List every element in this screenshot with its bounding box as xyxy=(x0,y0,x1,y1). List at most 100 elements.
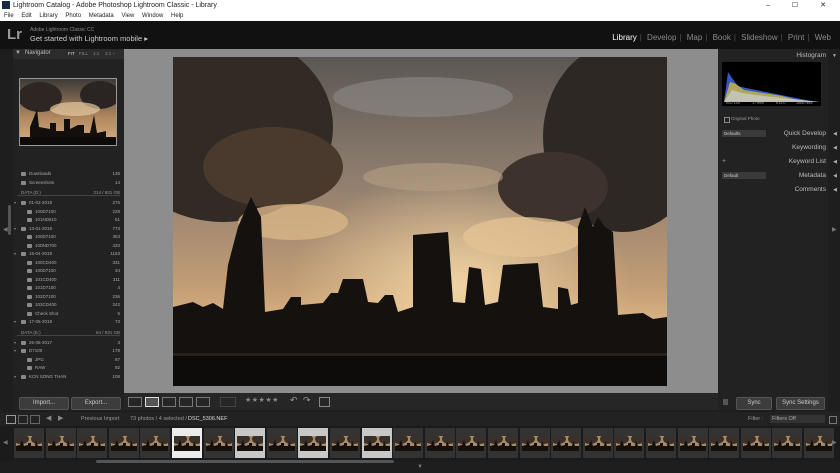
auto-sync-toggle[interactable] xyxy=(723,399,728,405)
keyword-list-header[interactable]: Keyword List xyxy=(789,158,826,165)
filmstrip-thumbnail[interactable] xyxy=(172,428,202,458)
filmstrip-thumbnail[interactable] xyxy=(235,428,266,458)
filmstrip-thumbnail[interactable] xyxy=(203,428,234,458)
filmstrip-thumbnail[interactable] xyxy=(424,428,455,458)
comments-header[interactable]: Comments xyxy=(795,186,826,193)
volume-row[interactable]: DATA (E:) 64 / 931 GB xyxy=(13,329,124,337)
back-icon[interactable]: ◀ xyxy=(46,412,51,426)
folder-row[interactable]: ▾ KCN SONG THAN 108 xyxy=(13,373,124,381)
original-photo-checkbox[interactable] xyxy=(724,117,730,123)
star-rating[interactable]: ★★★★★ xyxy=(245,396,279,404)
survey-view-icon[interactable] xyxy=(179,397,193,407)
folder-row[interactable]: 101ND610 51 xyxy=(13,216,124,224)
disclosure-icon[interactable]: ▾ xyxy=(14,250,16,258)
forward-icon[interactable]: ▶ xyxy=(58,412,63,426)
histogram-collapse-icon[interactable]: ▼ xyxy=(832,53,837,59)
left-panel-toggle-icon[interactable]: ◀ xyxy=(3,226,8,233)
module-print[interactable]: Print xyxy=(785,33,807,42)
filmstrip-thumbnail[interactable] xyxy=(393,428,424,458)
menu-photo[interactable]: Photo xyxy=(65,13,81,19)
menu-help[interactable]: Help xyxy=(171,13,183,19)
filmstrip-thumbnail[interactable] xyxy=(804,428,834,458)
module-develop[interactable]: Develop xyxy=(644,33,679,42)
module-map[interactable]: Map xyxy=(684,33,706,42)
disclosure-icon[interactable]: ▾ xyxy=(14,199,16,207)
compare-view-icon[interactable] xyxy=(162,397,176,407)
folder-row[interactable]: 103CD400 242 xyxy=(13,301,124,309)
menu-edit[interactable]: Edit xyxy=(21,13,31,19)
filmstrip-thumbnail[interactable] xyxy=(582,428,613,458)
disclosure-icon[interactable]: ▾ xyxy=(14,339,16,347)
module-library[interactable]: Library xyxy=(609,33,639,42)
module-web[interactable]: Web xyxy=(812,33,834,42)
histogram-header[interactable]: Histogram xyxy=(796,52,826,59)
filmstrip-thumbnail[interactable] xyxy=(140,428,171,458)
zoom-1-1[interactable]: 1:1 xyxy=(93,51,99,56)
navigator-header[interactable]: ▼ Navigator FIT FILL 1:1 3:1 ÷ xyxy=(13,49,124,59)
filmstrip-thumbnail[interactable] xyxy=(108,428,139,458)
filmstrip-thumbnail[interactable] xyxy=(361,428,392,458)
sync-settings-button[interactable]: Sync Settings xyxy=(776,397,825,410)
window-controls[interactable]: – ☐ ✕ xyxy=(766,0,836,11)
sync-button[interactable]: Sync xyxy=(736,397,772,410)
folder-row[interactable]: ▾ D7100 179 xyxy=(13,347,124,355)
filmstrip-thumbnail[interactable] xyxy=(740,428,771,458)
keywording-collapse-icon[interactable]: ◀ xyxy=(833,145,837,151)
metadata-preset-select[interactable]: Default xyxy=(722,172,766,179)
menu-metadata[interactable]: Metadata xyxy=(89,13,114,19)
second-window-icon[interactable] xyxy=(6,415,16,424)
folder-row[interactable]: 102D7100 236 xyxy=(13,293,124,301)
folder-row[interactable]: RAW 92 xyxy=(13,364,124,372)
filmstrip-thumbnail[interactable] xyxy=(488,428,518,458)
filter-lock-icon[interactable] xyxy=(829,416,837,424)
source-label[interactable]: Previous Import xyxy=(81,412,120,426)
metadata-header[interactable]: Metadata xyxy=(799,172,826,179)
module-slideshow[interactable]: Slideshow xyxy=(738,33,780,42)
filmstrip-thumbnail[interactable] xyxy=(614,428,645,458)
folder-row[interactable]: 101D7100 4 xyxy=(13,284,124,292)
filmstrip-thumbnail[interactable] xyxy=(298,428,329,458)
folder-row[interactable]: 100D7100 34 xyxy=(13,267,124,275)
filmstrip-thumbnail[interactable] xyxy=(330,428,360,458)
current-filename[interactable]: DSC_5306.NEF xyxy=(188,412,227,426)
filmstrip-thumbnail[interactable] xyxy=(14,428,44,458)
lightroom-mobile-link[interactable]: Get started with Lightroom mobile ▸ xyxy=(30,34,148,43)
navigator-preview[interactable] xyxy=(19,78,117,146)
folder-row[interactable]: JPG 87 xyxy=(13,356,124,364)
folder-row[interactable]: 100ND700 420 xyxy=(13,242,124,250)
module-book[interactable]: Book xyxy=(710,33,734,42)
folder-row[interactable]: ▾ 13-01-2019 773 xyxy=(13,225,124,233)
zoom-fill[interactable]: FILL xyxy=(79,51,88,56)
folder-row[interactable]: Screenshots 14 xyxy=(13,179,124,187)
main-photo[interactable] xyxy=(173,57,667,386)
menu-library[interactable]: Library xyxy=(39,13,57,19)
folder-row[interactable]: Check Shot 5 xyxy=(13,310,124,318)
filmstrip-thumbnail[interactable] xyxy=(709,428,740,458)
filmstrip-toggle-icon[interactable]: ▼ xyxy=(417,464,423,470)
filmstrip-thumbnail[interactable] xyxy=(456,428,487,458)
flag-icon[interactable] xyxy=(220,397,236,407)
filmstrip-thumbnail[interactable] xyxy=(677,428,708,458)
menu-file[interactable]: File xyxy=(4,13,14,19)
quick-develop-header[interactable]: Quick Develop xyxy=(784,130,826,137)
comments-collapse-icon[interactable]: ◀ xyxy=(833,187,837,193)
folder-row[interactable]: Downloads 135 xyxy=(13,170,124,178)
folder-row[interactable]: ▾ 26-06-2017 3 xyxy=(13,339,124,347)
saved-preset-select[interactable]: Defaults xyxy=(722,130,766,137)
menu-window[interactable]: Window xyxy=(142,13,163,19)
metadata-collapse-icon[interactable]: ◀ xyxy=(833,173,837,179)
filmstrip-thumbnail[interactable] xyxy=(519,428,550,458)
filmstrip-thumbnail[interactable] xyxy=(772,428,803,458)
folder-row[interactable]: 100CD400 331 xyxy=(13,259,124,267)
zoom-fit[interactable]: FIT xyxy=(68,51,75,56)
folder-row[interactable]: ▾ 17-05-2019 73 xyxy=(13,318,124,326)
import-button[interactable]: Import... xyxy=(19,397,69,410)
volume-row[interactable]: DATA (D:) 214 / 931 GB xyxy=(13,189,124,197)
loupe-view-icon[interactable] xyxy=(145,397,159,407)
folder-row[interactable]: 100D7100 228 xyxy=(13,208,124,216)
quick-develop-collapse-icon[interactable]: ◀ xyxy=(833,131,837,137)
left-panel-scrollbar[interactable] xyxy=(8,205,11,235)
export-button[interactable]: Export... xyxy=(71,397,121,410)
filmstrip-thumbnail[interactable] xyxy=(551,428,582,458)
filmstrip-thumbnail[interactable] xyxy=(77,428,108,458)
